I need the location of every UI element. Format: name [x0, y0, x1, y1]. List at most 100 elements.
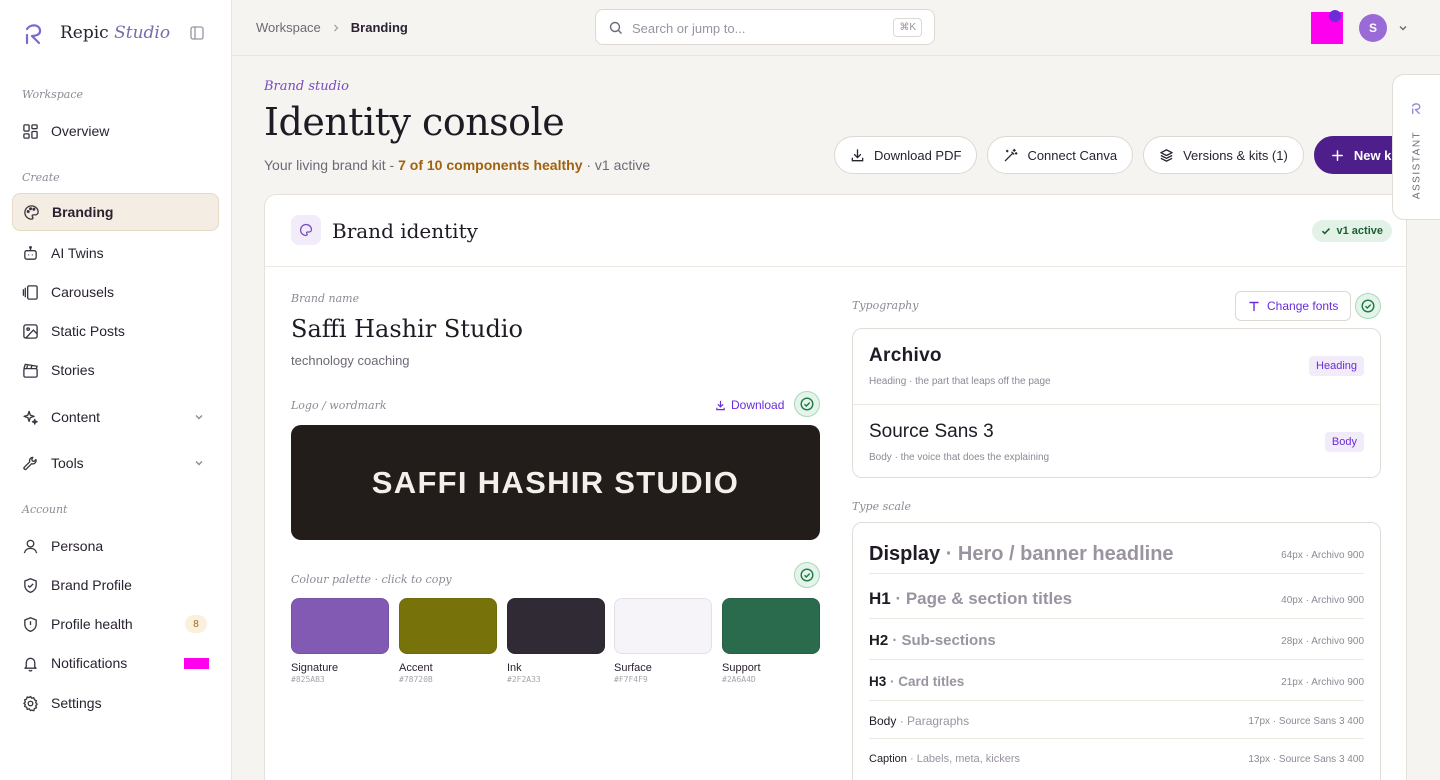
type-scale-spec: 21px · Archivo 900: [1281, 677, 1364, 688]
swatch-chip: [291, 598, 389, 654]
sidebar-item-static-posts[interactable]: Static Posts: [12, 312, 219, 350]
swatch-ink[interactable]: Ink #2F2A33: [507, 598, 605, 684]
logo-download-link[interactable]: Download: [715, 398, 784, 412]
sidebar-item-carousels[interactable]: Carousels: [12, 273, 219, 311]
swatch-chip: [399, 598, 497, 654]
change-fonts-button[interactable]: Change fonts: [1235, 291, 1352, 321]
sidebar-item-label: Notifications: [51, 655, 128, 671]
swatch-support[interactable]: Support #2A6A4D: [722, 598, 820, 684]
swatch-name: Surface: [614, 662, 652, 674]
sidebar-item-brand-profile[interactable]: Brand Profile: [12, 566, 219, 604]
swatch-name: Ink: [507, 662, 522, 674]
connect-canva-button[interactable]: Connect Canva: [987, 136, 1134, 174]
swatch-signature[interactable]: Signature #825AB3: [291, 598, 389, 684]
sidebar-item-overview[interactable]: Overview: [12, 112, 219, 150]
swatch-hex: #2F2A33: [507, 675, 541, 684]
sidebar-item-profile-health[interactable]: Profile health 8: [12, 605, 219, 643]
brand-name-value[interactable]: Saffi Hashir Studio: [291, 315, 523, 343]
assistant-tab[interactable]: ASSISTANT: [1392, 74, 1440, 220]
sidebar-item-content[interactable]: Content: [12, 398, 219, 436]
button-label: Change fonts: [1267, 299, 1339, 313]
repic-logo-icon: [1411, 103, 1421, 115]
palette-label: Colour palette · click to copy: [291, 573, 452, 586]
assistant-label: ASSISTANT: [1411, 130, 1423, 200]
sidebar-item-label: Branding: [52, 204, 114, 220]
swatch-name: Signature: [291, 662, 339, 674]
font-row-heading[interactable]: Archivo Heading · the part that leaps of…: [853, 329, 1380, 404]
font-description: Body · the voice that does the explainin…: [869, 452, 1050, 463]
type-scale-spec: 40px · Archivo 900: [1281, 595, 1364, 606]
download-icon: [851, 148, 864, 161]
sidebar-item-stories[interactable]: Stories: [12, 351, 219, 389]
sidebar-item-notifications[interactable]: Notifications: [12, 644, 219, 682]
section-label-workspace: Workspace: [22, 88, 84, 101]
brand-name-label: Brand name: [291, 292, 360, 305]
scale-sample: · Hero / banner headline: [940, 543, 1174, 565]
sidebar-item-persona[interactable]: Persona: [12, 527, 219, 565]
scale-name: H3: [869, 674, 887, 689]
shield-alert-icon: [24, 616, 37, 632]
breadcrumb-branding: Branding: [350, 20, 408, 35]
scale-sample: · Paragraphs: [896, 714, 970, 728]
type-scale-label: H1 · Page & section titles: [869, 589, 1072, 609]
wrench-icon: [23, 456, 37, 470]
card-header: Brand identity v1 active: [265, 195, 1406, 267]
chevron-down-icon[interactable]: [1397, 22, 1409, 34]
type-scale-list: Display · Hero / banner headline 64px · …: [852, 522, 1381, 780]
sidebar-item-ai-twins[interactable]: AI Twins: [12, 234, 219, 272]
button-label: Connect Canva: [1027, 147, 1118, 163]
avatar[interactable]: S: [1359, 14, 1387, 42]
scale-name: Body: [869, 714, 897, 728]
sidebar-collapse-icon[interactable]: [188, 24, 206, 42]
type-scale-row-h3: H3 · Card titles 21px · Archivo 900: [869, 660, 1364, 701]
swatch-accent[interactable]: Accent #78720B: [399, 598, 497, 684]
notification-marker: [184, 658, 209, 669]
font-name: Source Sans 3: [869, 421, 994, 442]
brand-description[interactable]: technology coaching: [291, 353, 410, 368]
type-scale-row-body: Body · Paragraphs 17px · Source Sans 3 4…: [869, 701, 1364, 739]
swatch-surface[interactable]: Surface #F7F4F9: [614, 598, 712, 684]
versions-kits-button[interactable]: Versions & kits (1): [1143, 136, 1304, 174]
search-box[interactable]: ⌘K: [595, 9, 935, 45]
search-input[interactable]: [632, 18, 872, 38]
type-scale-label: Type scale: [852, 500, 911, 513]
card-title: Brand identity: [332, 219, 478, 243]
button-label: Download PDF: [874, 147, 962, 163]
palette-icon: [24, 204, 39, 220]
chevron-down-icon: [195, 461, 203, 466]
sparkles-icon: [23, 410, 38, 425]
page-kicker: Brand studio: [264, 79, 349, 94]
swatch-hex: #2A6A4D: [722, 675, 756, 684]
type-scale-spec: 64px · Archivo 900: [1281, 550, 1364, 561]
brand-suffix: Studio: [114, 23, 171, 43]
app-logo[interactable]: Repic Studio: [22, 20, 170, 46]
logo-preview[interactable]: SAFFI HASHIR STUDIO: [291, 425, 820, 540]
type-scale-spec: 28px · Archivo 900: [1281, 636, 1364, 647]
bot-icon: [24, 245, 37, 260]
brand-identity-card: Brand identity v1 active Brand name Saff…: [264, 194, 1407, 780]
sidebar-item-tools[interactable]: Tools: [12, 444, 219, 482]
sidebar-item-label: Carousels: [51, 284, 115, 300]
download-label: Download: [731, 398, 785, 412]
sidebar-item-branding[interactable]: Branding: [12, 193, 219, 231]
chevron-down-icon: [195, 415, 203, 420]
scale-sample: · Sub-sections: [888, 632, 996, 649]
download-pdf-button[interactable]: Download PDF: [834, 136, 978, 174]
font-role-tag: Body: [1324, 432, 1364, 452]
sidebar-item-settings[interactable]: Settings: [12, 684, 219, 722]
magic-wand-icon: [1005, 148, 1018, 161]
breadcrumb-workspace[interactable]: Workspace: [256, 20, 321, 35]
brand-name: Repic: [60, 23, 109, 43]
section-label-account: Account: [22, 503, 68, 516]
topbar: Workspace Branding ⌘K S: [232, 0, 1440, 56]
logo-label: Logo / wordmark: [291, 399, 387, 412]
button-label: Versions & kits (1): [1183, 147, 1288, 163]
type-scale-label: H3 · Card titles: [869, 674, 964, 689]
type-scale-row-caption: Caption · Labels, meta, kickers 13px · S…: [869, 739, 1364, 779]
type-scale-row-h1: H1 · Page & section titles 40px · Archiv…: [869, 574, 1364, 619]
swatch-hex: #825AB3: [291, 675, 325, 684]
clapperboard-icon: [23, 363, 39, 378]
user-icon: [23, 539, 38, 553]
download-icon: [716, 400, 725, 410]
font-row-body[interactable]: Source Sans 3 Body · the voice that does…: [853, 404, 1380, 479]
